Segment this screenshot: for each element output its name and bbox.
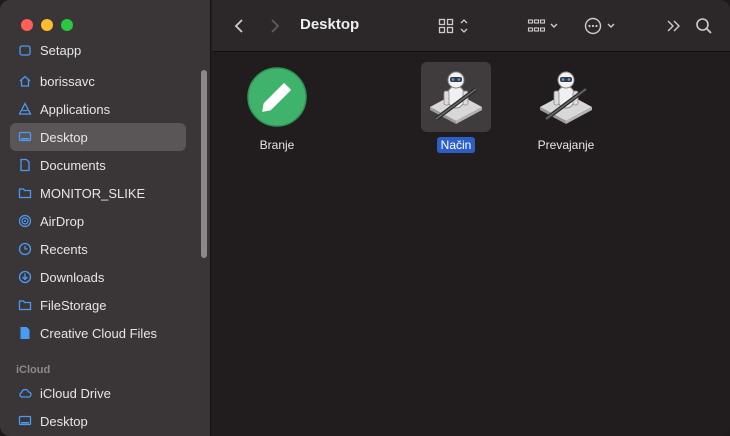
cloud-icon: [18, 386, 32, 400]
minimize-button[interactable]: [41, 19, 53, 31]
group-icon: [527, 19, 558, 32]
window-controls: [21, 19, 73, 31]
close-button[interactable]: [21, 19, 33, 31]
sidebar-item-desktop[interactable]: Desktop: [10, 123, 186, 151]
folder-icon: [18, 186, 32, 200]
app-icon: [18, 43, 32, 57]
download-icon: [18, 270, 32, 284]
action-button[interactable]: [584, 14, 620, 38]
file-item-branje[interactable]: Branje: [232, 62, 322, 153]
folder-icon: [18, 298, 32, 312]
file-icon: [18, 326, 32, 340]
sidebar-item-label: borissavc: [40, 73, 95, 89]
ellipsis-circle-icon: [584, 17, 615, 35]
icon-grid-icon: [438, 18, 468, 34]
sidebar-item-downloads[interactable]: Downloads: [10, 263, 186, 291]
zoom-button[interactable]: [61, 19, 73, 31]
view-mode-button[interactable]: [437, 14, 473, 38]
airdrop-icon: [18, 214, 32, 228]
forward-button[interactable]: [266, 14, 284, 38]
sidebar-item-home[interactable]: borissavc: [10, 67, 186, 95]
desktop-icon: [18, 130, 32, 144]
sidebar-item-label: Desktop: [40, 413, 88, 429]
sidebar-item-icloud-desktop[interactable]: Desktop: [10, 407, 186, 435]
file-label: Način: [436, 137, 476, 153]
sidebar-item-label: Recents: [40, 241, 88, 257]
automator-icon: [531, 62, 601, 132]
toolbar: Desktop: [212, 0, 730, 52]
home-icon: [18, 74, 32, 88]
sidebar-item-label: MONITOR_SLIKE: [40, 185, 146, 201]
sidebar-item-filestorage[interactable]: FileStorage: [10, 291, 186, 319]
sidebar-item-setapp[interactable]: Setapp: [10, 40, 186, 60]
sidebar-section-icloud: iCloud: [16, 364, 51, 376]
sidebar-item-label: iCloud Drive: [40, 385, 111, 401]
file-label: Branje: [259, 138, 295, 152]
double-chevron-right-icon: [667, 20, 680, 32]
sidebar: Setapp borissavc Applications Desktop Do: [0, 0, 211, 436]
sidebar-item-label: Downloads: [40, 269, 105, 285]
finder-window: Setapp borissavc Applications Desktop Do: [0, 0, 730, 436]
group-button[interactable]: [526, 14, 562, 38]
sidebar-item-monitor-slike[interactable]: MONITOR_SLIKE: [10, 179, 186, 207]
file-item-nacin[interactable]: Način: [411, 62, 501, 153]
more-toolbar-button[interactable]: [664, 14, 684, 38]
chevron-left-icon: [234, 19, 243, 33]
sidebar-item-label: Applications: [40, 101, 111, 117]
sidebar-item-label: Creative Cloud Files: [40, 325, 158, 341]
chevron-right-icon: [271, 19, 280, 33]
sidebar-item-label: Documents: [40, 157, 106, 173]
sidebar-item-label: FileStorage: [40, 297, 107, 313]
automator-icon: [421, 62, 491, 132]
search-button[interactable]: [693, 14, 715, 38]
sidebar-item-documents[interactable]: Documents: [10, 151, 186, 179]
file-item-prevajanje[interactable]: Prevajanje: [521, 62, 611, 153]
sidebar-item-label: Setapp: [40, 42, 82, 58]
sidebar-item-label: Desktop: [40, 129, 88, 145]
sidebar-item-airdrop[interactable]: AirDrop: [10, 207, 186, 235]
file-label: Prevajanje: [537, 138, 595, 152]
sidebar-item-icloud-drive[interactable]: iCloud Drive: [10, 379, 186, 407]
window-title: Desktop: [300, 16, 360, 33]
sidebar-item-applications[interactable]: Applications: [10, 95, 186, 123]
search-icon: [696, 18, 712, 34]
content-area: Desktop Branje Način Prevajanje: [212, 0, 730, 436]
sidebar-item-label: AirDrop: [40, 213, 85, 229]
sidebar-scrollbar[interactable]: [201, 70, 207, 258]
clock-icon: [18, 242, 32, 256]
document-icon: [18, 158, 32, 172]
sidebar-item-creative-cloud[interactable]: Creative Cloud Files: [10, 319, 186, 347]
pencil-app-icon: [242, 62, 312, 132]
desktop-icon: [18, 414, 32, 428]
back-button[interactable]: [230, 14, 248, 38]
applications-icon: [18, 102, 32, 116]
sidebar-item-recents[interactable]: Recents: [10, 235, 186, 263]
